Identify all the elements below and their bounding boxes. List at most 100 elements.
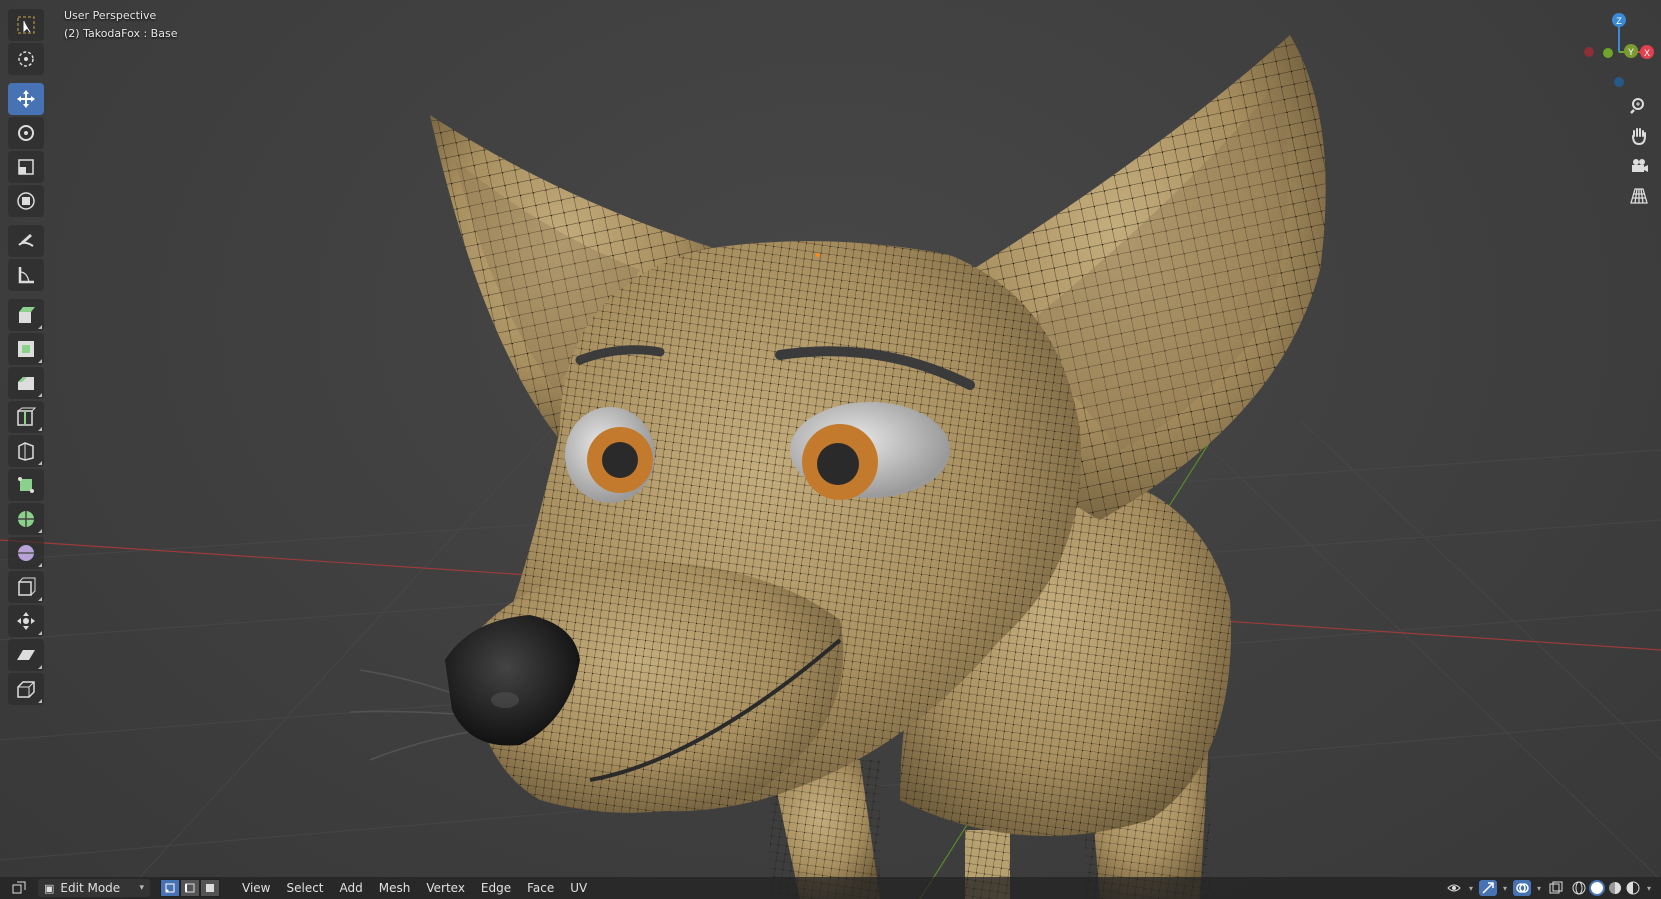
menu-select[interactable]: Select [278,881,331,895]
ortho-toggle-button[interactable] [1625,182,1653,210]
select-box-icon [17,16,35,34]
editor-type-icon[interactable] [10,880,28,896]
wireframe-shading-button[interactable] [1571,880,1587,896]
extrude-tool[interactable] [8,299,44,331]
edge-select-button[interactable] [180,879,200,897]
scale-tool[interactable] [8,151,44,183]
gizmo-toggle-button[interactable] [1478,880,1497,896]
loop-cut-icon [17,407,37,426]
gizmo-icon [1482,882,1494,894]
loop-cut-tool[interactable] [8,401,44,433]
knife-tool[interactable] [8,435,44,467]
measure-tool[interactable] [8,259,44,291]
gizmo-neg-x [1584,47,1594,57]
shear-icon [17,650,35,660]
chevron-down-icon[interactable]: ▾ [1537,884,1541,893]
camera-icon [1632,159,1648,172]
scale-icon [18,159,34,175]
rip-tool[interactable] [8,673,44,705]
mode-label: Edit Mode [60,881,121,895]
shrink-fatten-tool[interactable] [8,605,44,637]
bevel-tool[interactable] [8,367,44,399]
select-box-tool[interactable] [8,9,44,41]
smooth-icon [18,545,34,561]
left-pupil [602,442,638,478]
header-menus: View Select Add Mesh Vertex Edge Face UV [234,881,595,895]
camera-view-button[interactable] [1625,152,1653,180]
3d-viewport[interactable]: User Perspective (2) TakodaFox : Base Z … [0,0,1661,899]
menu-add[interactable]: Add [332,881,371,895]
gizmo-y-label: Y [1628,47,1634,57]
material-icon [1608,882,1621,894]
knife-icon [18,442,34,461]
solid-shading-button[interactable] [1588,880,1605,896]
bevel-icon [18,377,34,390]
vertex-select-button[interactable] [160,879,180,897]
zoom-button[interactable] [1625,92,1653,120]
shear-tool[interactable] [8,639,44,671]
poly-build-tool[interactable] [8,469,44,501]
tool-shelf [8,8,46,706]
spin-tool[interactable] [8,503,44,535]
grid-icon [1630,188,1648,204]
zoom-icon [1630,98,1644,114]
rendered-icon [1626,881,1640,895]
poly-build-icon [18,477,34,493]
overlays-button[interactable] [1512,880,1531,896]
scene-canvas[interactable] [0,0,1661,899]
visibility-button[interactable] [1445,880,1463,896]
spin-icon [18,511,34,527]
hand-icon [1632,128,1646,146]
viewport-header: ▣ Edit Mode ▾ View Select Add Mesh Verte… [0,877,1661,899]
menu-mesh[interactable]: Mesh [371,881,419,895]
smooth-tool[interactable] [8,537,44,569]
face-select-button[interactable] [200,879,220,897]
cursor-tool[interactable] [8,43,44,75]
navigation-gizmo[interactable]: Z Y X [1565,8,1655,88]
shrink-fatten-icon [17,612,35,630]
chevron-down-icon[interactable]: ▾ [1647,884,1651,893]
rip-icon [17,681,35,698]
view-name-label: User Perspective [64,9,157,22]
inset-icon [18,341,34,357]
transform-icon [17,192,35,210]
select-mode-group [160,879,220,897]
gizmo-neg-z [1614,77,1624,87]
annotate-icon [18,234,34,247]
menu-view[interactable]: View [234,881,278,895]
measure-icon [18,267,34,284]
solid-icon [1590,882,1603,894]
selected-vertex [816,253,820,257]
extrude-icon [19,307,35,323]
annotate-tool[interactable] [8,225,44,257]
menu-edge[interactable]: Edge [473,881,519,895]
edge-slide-tool[interactable] [8,571,44,603]
material-shading-button[interactable] [1607,880,1623,896]
chevron-down-icon[interactable]: ▾ [1503,884,1507,893]
xray-toggle-button[interactable] [1547,880,1565,896]
rotate-icon [18,125,34,141]
header-right-controls: ▾ ▾ ▾ ▾ [1445,880,1661,896]
object-info-label: (2) TakodaFox : Base [64,27,178,40]
transform-tool[interactable] [8,185,44,217]
rendered-shading-button[interactable] [1625,880,1641,896]
menu-uv[interactable]: UV [562,881,595,895]
menu-face[interactable]: Face [519,881,562,895]
edge-slide-icon [18,577,36,596]
mode-dropdown[interactable]: ▣ Edit Mode ▾ [38,879,150,897]
shading-mode-group [1571,880,1641,896]
pan-button[interactable] [1625,122,1653,150]
eye-icon [1447,884,1461,892]
navigation-controls [1625,92,1653,210]
move-icon [17,90,35,108]
menu-vertex[interactable]: Vertex [418,881,473,895]
move-tool[interactable] [8,83,44,115]
chevron-down-icon[interactable]: ▾ [1469,884,1473,893]
edit-mode-icon: ▣ [44,881,55,895]
gizmo-z-label: Z [1616,16,1622,26]
rotate-tool[interactable] [8,117,44,149]
right-pupil [817,443,859,485]
cursor-icon [18,51,34,67]
inset-tool[interactable] [8,333,44,365]
gizmo-y-dot [1603,48,1613,58]
